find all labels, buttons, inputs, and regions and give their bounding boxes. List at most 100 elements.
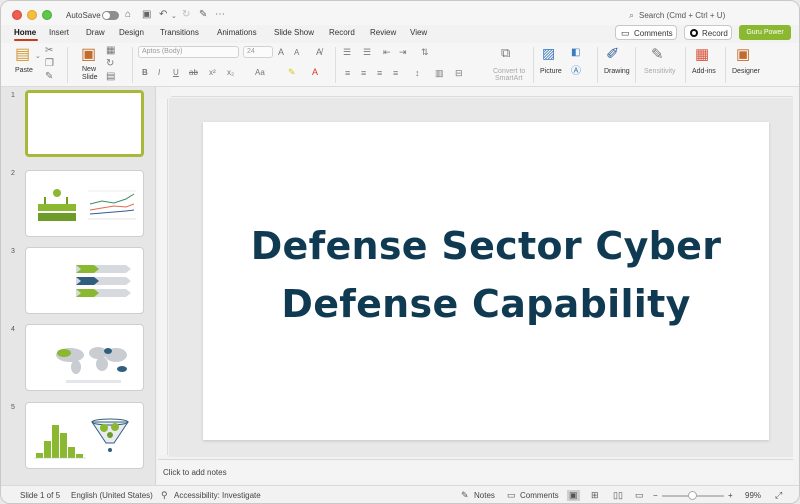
tab-view[interactable]: View xyxy=(410,28,427,37)
current-slide[interactable]: Defense Sector Cyber Defense Capability xyxy=(203,122,769,440)
powerpoint-window: AutoSave ⌂ ▣ ↶ ⌄ ↻ ✎ ⋯ ⌕ Search (Cmd + C… xyxy=(0,0,800,504)
drawing-icon[interactable]: ✐ xyxy=(606,46,619,64)
paste-dropdown-icon[interactable]: ⌄ xyxy=(35,51,41,63)
format-painter-ribbon-icon[interactable]: ✎ xyxy=(45,71,53,83)
undo-icon[interactable]: ↶ xyxy=(159,9,167,21)
decrease-font-icon[interactable]: A xyxy=(294,47,299,59)
language-label[interactable]: English (United States) xyxy=(71,491,153,500)
underline-icon[interactable]: U xyxy=(173,67,179,79)
comments-status-button[interactable]: Comments xyxy=(520,491,559,500)
copy-icon[interactable]: ❐ xyxy=(45,58,54,70)
font-color-icon[interactable]: A xyxy=(312,66,318,78)
redo-icon[interactable]: ↻ xyxy=(182,9,190,21)
picture-icon[interactable]: ▨ xyxy=(542,46,555,60)
strikethrough-icon[interactable]: ab xyxy=(189,67,198,79)
numbering-icon[interactable]: ☰ xyxy=(363,46,371,58)
thumbnail-2-graphic xyxy=(38,189,136,221)
record-button[interactable]: Record xyxy=(684,25,732,40)
more-icon[interactable]: ⋯ xyxy=(215,9,225,21)
reading-view-icon[interactable]: ▯▯ xyxy=(613,490,623,501)
cut-icon[interactable]: ✂ xyxy=(45,45,53,57)
align-right-icon[interactable]: ≡ xyxy=(377,67,382,79)
align-center-icon[interactable]: ≡ xyxy=(361,67,366,79)
zoom-out-button[interactable]: − xyxy=(653,491,658,500)
close-window-button[interactable] xyxy=(12,10,22,20)
tab-home[interactable]: Home xyxy=(14,28,36,37)
save-icon[interactable]: ▣ xyxy=(142,9,151,21)
decrease-indent-icon[interactable]: ⇤ xyxy=(383,46,391,58)
zoom-in-button[interactable]: + xyxy=(728,491,733,500)
textbox-icon[interactable]: Ⓐ xyxy=(571,66,581,78)
align-left-icon[interactable]: ≡ xyxy=(345,67,350,79)
search-input[interactable]: Search (Cmd + Ctrl + U) xyxy=(639,11,725,20)
slide-thumbnail-1[interactable] xyxy=(25,90,144,157)
notes-icon[interactable]: ✎ xyxy=(461,490,469,501)
line-spacing-icon[interactable]: ↕ xyxy=(415,67,420,79)
autosave-toggle[interactable] xyxy=(102,11,119,20)
layout-icon[interactable]: ▦ xyxy=(106,45,115,57)
subscript-icon[interactable]: x² xyxy=(209,67,216,79)
format-painter-icon[interactable]: ✎ xyxy=(199,9,207,21)
columns-icon[interactable]: ▥ xyxy=(435,67,444,79)
comments-button-label: Comments xyxy=(634,29,673,38)
tab-animations[interactable]: Animations xyxy=(217,28,257,37)
align-text-icon[interactable]: ⊟ xyxy=(455,67,463,79)
new-slide-icon[interactable]: ▣ xyxy=(81,46,96,64)
undo-dropdown-icon[interactable]: ⌄ xyxy=(171,11,177,23)
accessibility-status[interactable]: Accessibility: Investigate xyxy=(174,491,261,500)
bold-icon[interactable]: B xyxy=(142,67,148,79)
sensitivity-icon[interactable]: ✎ xyxy=(651,46,664,64)
home-icon[interactable]: ⌂ xyxy=(125,9,131,21)
picture-label: Picture xyxy=(540,68,562,75)
zoom-window-button[interactable] xyxy=(42,10,52,20)
notes-pane[interactable]: Click to add notes xyxy=(158,459,793,483)
tab-slide-show[interactable]: Slide Show xyxy=(274,28,314,37)
text-direction-icon[interactable]: ⇅ xyxy=(421,46,429,58)
comments-button[interactable]: ▭ Comments xyxy=(615,25,677,40)
slide-thumbnail-4[interactable] xyxy=(25,324,144,391)
minimize-window-button[interactable] xyxy=(27,10,37,20)
comments-icon[interactable]: ▭ xyxy=(507,490,516,501)
add-ins-icon[interactable]: ▦ xyxy=(695,46,709,64)
fit-to-window-icon[interactable]: ⤢ xyxy=(775,490,782,501)
paste-icon[interactable]: ▤ xyxy=(15,46,30,64)
change-case-icon[interactable]: Aa xyxy=(255,67,265,79)
slideshow-icon[interactable]: ▭ xyxy=(635,490,644,501)
zoom-slider-thumb[interactable] xyxy=(688,491,697,500)
smartart-icon[interactable]: ⧉ xyxy=(501,46,510,59)
increase-indent-icon[interactable]: ⇥ xyxy=(399,46,407,58)
designer-icon[interactable]: ▣ xyxy=(736,46,750,64)
guru-power-button[interactable]: Guru Power xyxy=(739,25,791,40)
clear-format-icon[interactable]: A̸ xyxy=(316,46,322,58)
tab-transitions[interactable]: Transitions xyxy=(160,28,199,37)
justify-icon[interactable]: ≡ xyxy=(393,67,398,79)
zoom-level[interactable]: 99% xyxy=(745,491,761,500)
slide-sorter-icon[interactable]: ⊞ xyxy=(591,490,599,501)
bullets-icon[interactable]: ☰ xyxy=(343,46,351,58)
tab-insert[interactable]: Insert xyxy=(49,28,69,37)
increase-font-icon[interactable]: A xyxy=(278,46,284,58)
font-size-select[interactable]: 24 xyxy=(243,46,273,58)
section-icon[interactable]: ▤ xyxy=(106,71,115,83)
notes-button[interactable]: Notes xyxy=(474,491,495,500)
tab-review[interactable]: Review xyxy=(370,28,396,37)
highlight-icon[interactable]: ✎ xyxy=(288,66,296,78)
accessibility-icon[interactable]: ⚲ xyxy=(161,490,168,501)
thumbnail-4-graphic xyxy=(56,347,127,383)
shapes-icon[interactable]: ◧ xyxy=(571,47,580,59)
tab-record[interactable]: Record xyxy=(329,28,355,37)
thumbnail-3-graphic xyxy=(76,265,131,297)
italic-icon[interactable]: I xyxy=(158,67,160,79)
font-name-select[interactable]: Aptos (Body) xyxy=(138,46,239,58)
reset-icon[interactable]: ↻ xyxy=(106,58,114,70)
superscript-icon[interactable]: x₂ xyxy=(227,67,234,79)
normal-view-icon[interactable]: ▣ xyxy=(567,490,580,501)
tab-design[interactable]: Design xyxy=(119,28,144,37)
slide-title[interactable]: Defense Sector Cyber Defense Capability xyxy=(203,217,769,333)
convert-label-1: Convert to xyxy=(493,68,526,75)
slide-thumbnail-2[interactable] xyxy=(25,170,144,237)
ribbon-divider xyxy=(67,47,68,83)
slide-thumbnail-3[interactable] xyxy=(25,247,144,314)
slide-thumbnail-5[interactable] xyxy=(25,402,144,469)
tab-draw[interactable]: Draw xyxy=(86,28,105,37)
